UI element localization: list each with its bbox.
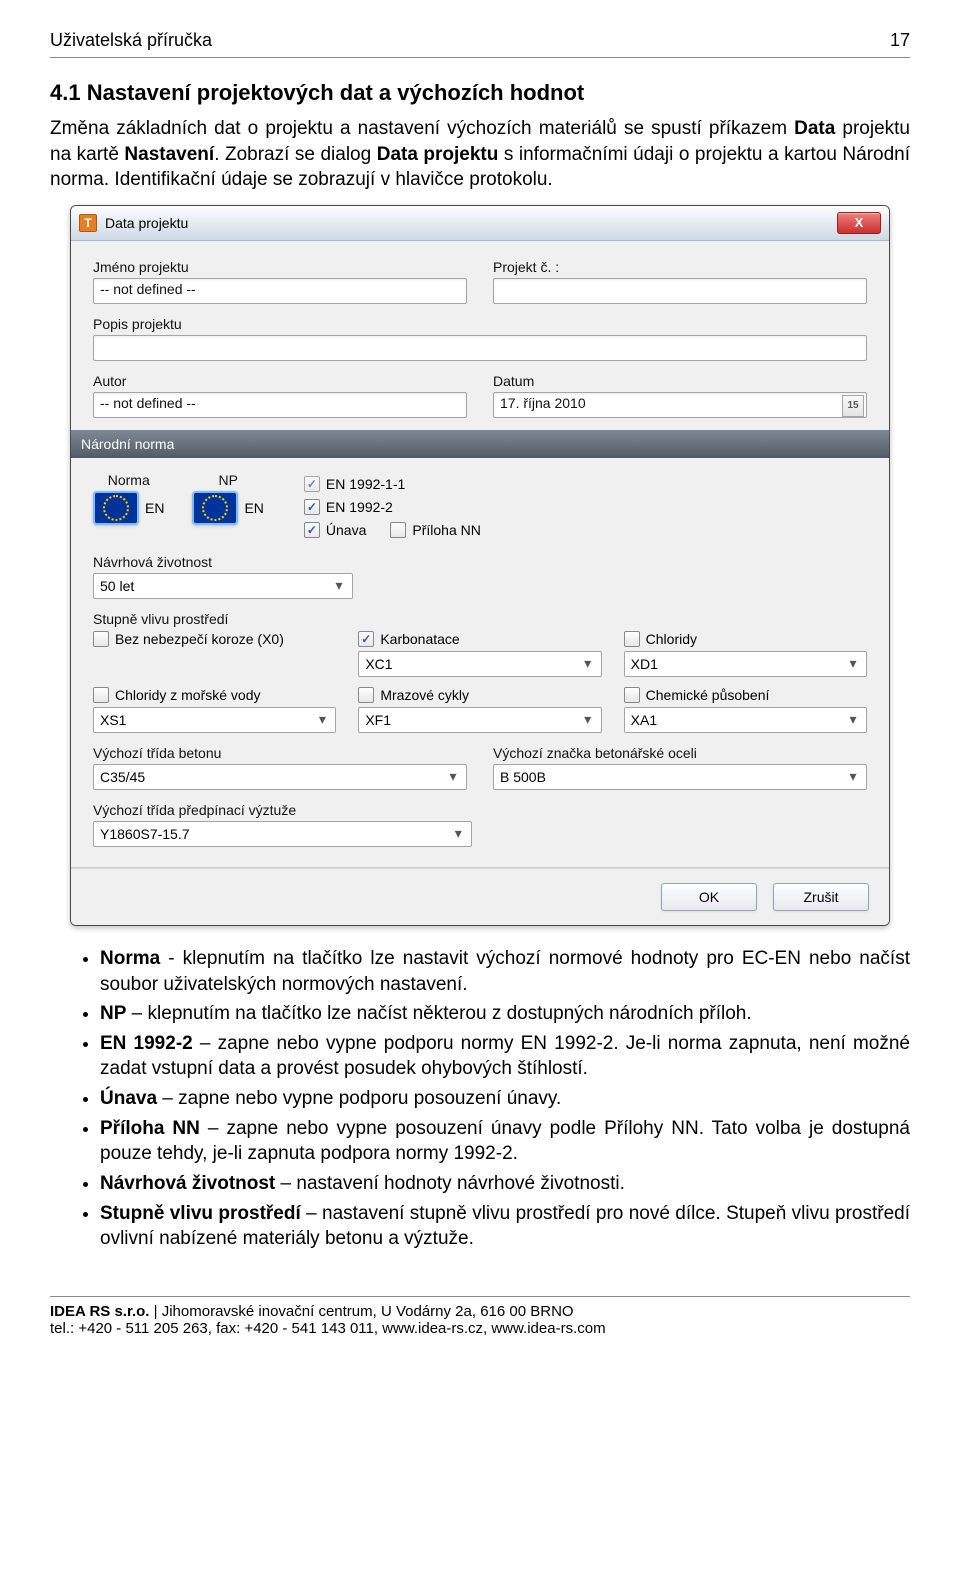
author-label: Autor	[93, 373, 467, 389]
footer-company: IDEA RS s.r.o.	[50, 1303, 149, 1320]
page-content: Uživatelská příručka 17 4.1 Nastavení pr…	[0, 0, 960, 1266]
norma-label: Norma	[108, 472, 150, 488]
environment-header: Stupně vlivu prostředí	[93, 611, 228, 627]
date-label: Datum	[493, 373, 867, 389]
calendar-icon[interactable]	[842, 395, 864, 417]
list-item: Příloha NN – zapne nebo vypne posouzení …	[100, 1116, 910, 1167]
steel-grade-label: Výchozí značka betonářské oceli	[493, 745, 867, 761]
frost-combo[interactable]: XF1▾	[358, 707, 601, 733]
author-input[interactable]: -- not defined --	[93, 392, 467, 418]
en1992-1-1-label: EN 1992-1-1	[326, 476, 405, 492]
concrete-class-label: Výchozí třída betonu	[93, 745, 467, 761]
priloha-nn-checkbox[interactable]	[390, 522, 406, 538]
unava-label: Únava	[326, 522, 366, 538]
list-item: Stupně vlivu prostředí – nastavení stupn…	[100, 1201, 910, 1252]
intro-paragraph: Změna základních dat o projektu a nastav…	[50, 116, 910, 193]
chevron-down-icon: ▾	[579, 655, 597, 673]
en1992-2-checkbox[interactable]	[304, 499, 320, 515]
ok-button[interactable]: OK	[661, 883, 757, 911]
norma-button-text: EN	[145, 500, 164, 516]
sea-combo[interactable]: XS1▾	[93, 707, 336, 733]
project-number-label: Projekt č. :	[493, 259, 867, 275]
karbonatace-checkbox[interactable]	[358, 631, 374, 647]
document-header: Uživatelská příručka 17	[50, 30, 910, 58]
date-input[interactable]: 17. října 2010	[493, 392, 867, 418]
np-button-text: EN	[244, 500, 263, 516]
page-footer: IDEA RS s.r.o. | Jihomoravské inovační c…	[50, 1296, 910, 1337]
karbonatace-combo[interactable]: XC1▾	[358, 651, 601, 677]
en1992-2-label: EN 1992-2	[326, 499, 393, 515]
project-desc-input[interactable]	[93, 335, 867, 361]
project-desc-label: Popis projektu	[93, 316, 867, 332]
dialog-footer: OK Zrušit	[71, 868, 889, 925]
np-label: NP	[218, 472, 237, 488]
list-item: Návrhová životnost – nastavení hodnoty n…	[100, 1171, 910, 1197]
close-button[interactable]: X	[837, 212, 881, 234]
sea-checkbox[interactable]	[93, 687, 109, 703]
project-name-label: Jméno projektu	[93, 259, 467, 275]
cancel-button[interactable]: Zrušit	[773, 883, 869, 911]
priloha-nn-label: Příloha NN	[412, 522, 480, 538]
chloridy-combo[interactable]: XD1▾	[624, 651, 867, 677]
doc-title: Uživatelská příručka	[50, 30, 212, 51]
design-life-combo[interactable]: 50 let ▾	[93, 573, 353, 599]
project-number-input[interactable]	[493, 278, 867, 304]
national-norm-section-header: Národní norma	[71, 430, 889, 458]
app-icon: T	[79, 214, 97, 232]
norm-buttons: Norma EN NP EN	[93, 472, 264, 525]
footer-address: | Jihomoravské inovační centrum, U Vodár…	[149, 1303, 573, 1320]
design-life-label: Návrhová životnost	[93, 554, 353, 570]
list-item: EN 1992-2 – zapne nebo vypne podporu nor…	[100, 1031, 910, 1082]
chevron-down-icon: ▾	[844, 711, 862, 729]
x0-checkbox[interactable]	[93, 631, 109, 647]
np-button[interactable]	[192, 491, 238, 525]
chevron-down-icon: ▾	[449, 825, 467, 843]
unava-checkbox[interactable]	[304, 522, 320, 538]
chevron-down-icon: ▾	[330, 577, 348, 595]
list-item: NP – klepnutím na tlačítko lze načíst ně…	[100, 1001, 910, 1027]
chevron-down-icon: ▾	[844, 768, 862, 786]
chevron-down-icon: ▾	[313, 711, 331, 729]
concrete-class-combo[interactable]: C35/45▾	[93, 764, 467, 790]
chem-combo[interactable]: XA1▾	[624, 707, 867, 733]
chevron-down-icon: ▾	[444, 768, 462, 786]
list-item: Norma - klepnutím na tlačítko lze nastav…	[100, 946, 910, 997]
prestress-class-label: Výchozí třída předpínací výztuže	[93, 802, 472, 818]
frost-checkbox[interactable]	[358, 687, 374, 703]
chevron-down-icon: ▾	[579, 711, 597, 729]
dialog-title: Data projektu	[105, 215, 188, 231]
prestress-class-combo[interactable]: Y1860S7-15.7▾	[93, 821, 472, 847]
norma-button[interactable]	[93, 491, 139, 525]
data-projektu-dialog: T Data projektu X Jméno projektu -- not …	[70, 205, 890, 926]
bullet-list: Norma - klepnutím na tlačítko lze nastav…	[50, 946, 910, 1252]
dialog-titlebar: T Data projektu X	[71, 206, 889, 241]
dialog-body: Jméno projektu -- not defined -- Projekt…	[71, 241, 889, 868]
close-icon: X	[855, 215, 864, 230]
footer-contact: tel.: +420 - 511 205 263, fax: +420 - 54…	[50, 1320, 910, 1337]
chem-checkbox[interactable]	[624, 687, 640, 703]
project-name-input[interactable]: -- not defined --	[93, 278, 467, 304]
doc-page-number: 17	[890, 30, 910, 51]
list-item: Únava – zapne nebo vypne podporu posouze…	[100, 1086, 910, 1112]
en1992-1-1-checkbox[interactable]	[304, 476, 320, 492]
chevron-down-icon: ▾	[844, 655, 862, 673]
steel-grade-combo[interactable]: B 500B▾	[493, 764, 867, 790]
chloridy-checkbox[interactable]	[624, 631, 640, 647]
section-heading: 4.1 Nastavení projektových dat a výchozí…	[50, 80, 910, 106]
